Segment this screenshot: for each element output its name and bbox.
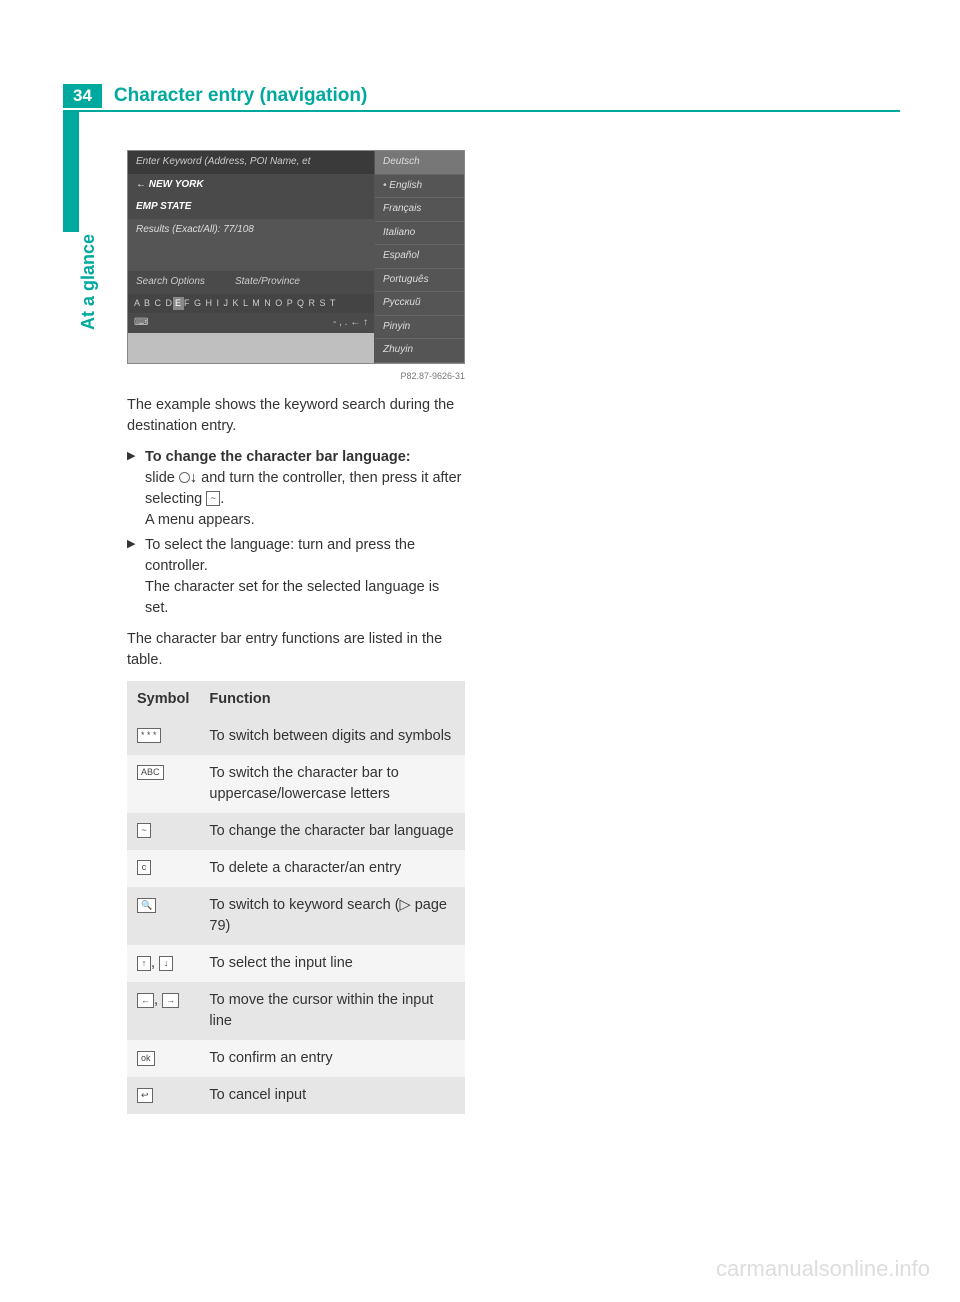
step1-text-c: . <box>220 491 224 507</box>
func-text: To switch the character bar to uppercase… <box>199 755 465 813</box>
ss-options: Search Options State/Province <box>128 271 374 294</box>
step1-text-a: slide <box>145 470 179 486</box>
ss-line1-text: NEW YORK <box>149 179 204 190</box>
ss-lang-list: Deutsch English Français Italiano Españo… <box>374 151 464 363</box>
table-row: 🔍 To switch to keyword search (▷ page 79… <box>127 887 465 945</box>
table-row: ←, → To move the cursor within the input… <box>127 982 465 1040</box>
ss-bottom: ⌨ - , . ← ↑ <box>128 313 374 334</box>
ss-lang-item: Italiano <box>375 222 464 246</box>
func-text: To cancel input <box>199 1077 465 1114</box>
func-text: To change the character bar language <box>199 813 465 850</box>
digits-icon: * * * <box>137 728 161 743</box>
function-table: Symbol Function * * * To switch between … <box>127 681 465 1114</box>
ss-keyboard: A B C D E F G H I J K L M N O P Q R S T <box>128 294 374 313</box>
nav-screenshot: Enter Keyword (Address, POI Name, et ← N… <box>127 150 465 364</box>
table-row: ↑, ↓ To select the input line <box>127 945 465 982</box>
delete-icon: c <box>137 860 151 875</box>
step-1: ▶ To change the character bar language: … <box>127 447 465 531</box>
side-tab <box>63 112 79 232</box>
ss-lang-item: Zhuyin <box>375 339 464 363</box>
left-icon: ← <box>137 993 154 1008</box>
flag-icon: ~ <box>206 491 220 506</box>
ss-results: Results (Exact/All): 77/108 <box>128 219 374 242</box>
func-text: To switch to keyword search (▷ page 79) <box>199 887 465 945</box>
ss-lang-item: Русский <box>375 292 464 316</box>
section-title: Character entry (navigation) <box>114 85 367 107</box>
ss-lang-item: Português <box>375 269 464 293</box>
func-text: To confirm an entry <box>199 1040 465 1077</box>
th-symbol: Symbol <box>127 681 199 718</box>
search-icon: 🔍 <box>137 898 156 913</box>
back-icon: ↩ <box>137 1088 153 1103</box>
bullet-icon: ▶ <box>127 535 145 619</box>
page-number: 34 <box>63 84 102 108</box>
table-row: ABC To switch the character bar to upper… <box>127 755 465 813</box>
step-2: ▶ To select the language: turn and press… <box>127 535 465 619</box>
table-row: ~ To change the character bar language <box>127 813 465 850</box>
ok-icon: ok <box>137 1051 155 1066</box>
step1-result: A menu appears. <box>145 512 255 528</box>
ss-kbd-post: F G H I J K L M N O P Q R S T <box>184 297 336 310</box>
ss-lang-item: Deutsch <box>375 151 464 175</box>
func-text: To move the cursor within the input line <box>199 982 465 1040</box>
image-id: P82.87-9626-31 <box>127 370 465 383</box>
up-icon: ↑ <box>137 956 151 971</box>
ss-line1: ← NEW YORK <box>128 174 374 197</box>
th-function: Function <box>199 681 465 718</box>
func-text: To select the input line <box>199 945 465 982</box>
ss-kbd-pre: A B C D <box>134 297 173 310</box>
ss-lang-item: Français <box>375 198 464 222</box>
right-icon: → <box>162 993 179 1008</box>
content-column: Enter Keyword (Address, POI Name, et ← N… <box>127 150 465 1114</box>
bullet-icon: ▶ <box>127 447 145 531</box>
ss-line2: EMP STATE <box>128 196 374 219</box>
step1-title: To change the character bar language: <box>145 449 411 465</box>
func-text: To delete a character/an entry <box>199 850 465 887</box>
ss-kbd-syms: - , . ← ↑ <box>333 316 368 331</box>
down-icon: ↓ <box>159 956 173 971</box>
func-text: To switch between digits and symbols <box>199 718 465 755</box>
controller-icon <box>179 472 190 483</box>
table-intro: The character bar entry functions are li… <box>127 629 465 671</box>
step2-text: To select the language: turn and press t… <box>145 537 415 574</box>
ss-kbd-icon: ⌨ <box>134 316 148 331</box>
ss-lang-item: English <box>375 175 464 199</box>
ss-header: Enter Keyword (Address, POI Name, et <box>128 151 374 174</box>
ss-lang-item: Español <box>375 245 464 269</box>
table-row: c To delete a character/an entry <box>127 850 465 887</box>
table-row: ↩ To cancel input <box>127 1077 465 1114</box>
ss-opt2: State/Province <box>235 275 300 290</box>
ss-opt1: Search Options <box>136 275 205 290</box>
watermark: carmanualsonline.info <box>716 1256 930 1282</box>
step1-text-b: and turn the controller, then press it a… <box>145 470 461 507</box>
table-row: * * * To switch between digits and symbo… <box>127 718 465 755</box>
caption: The example shows the keyword search dur… <box>127 395 465 437</box>
side-label: At a glance <box>78 234 99 330</box>
ss-lang-item: Pinyin <box>375 316 464 340</box>
step2-result: The character set for the selected langu… <box>145 579 439 616</box>
page-header: 34 Character entry (navigation) <box>63 82 900 112</box>
ss-kbd-highlight: E <box>173 297 184 310</box>
abc-icon: ABC <box>137 765 164 780</box>
table-row: ok To confirm an entry <box>127 1040 465 1077</box>
flag-icon: ~ <box>137 823 151 838</box>
ss-back-icon: ← <box>136 179 146 190</box>
